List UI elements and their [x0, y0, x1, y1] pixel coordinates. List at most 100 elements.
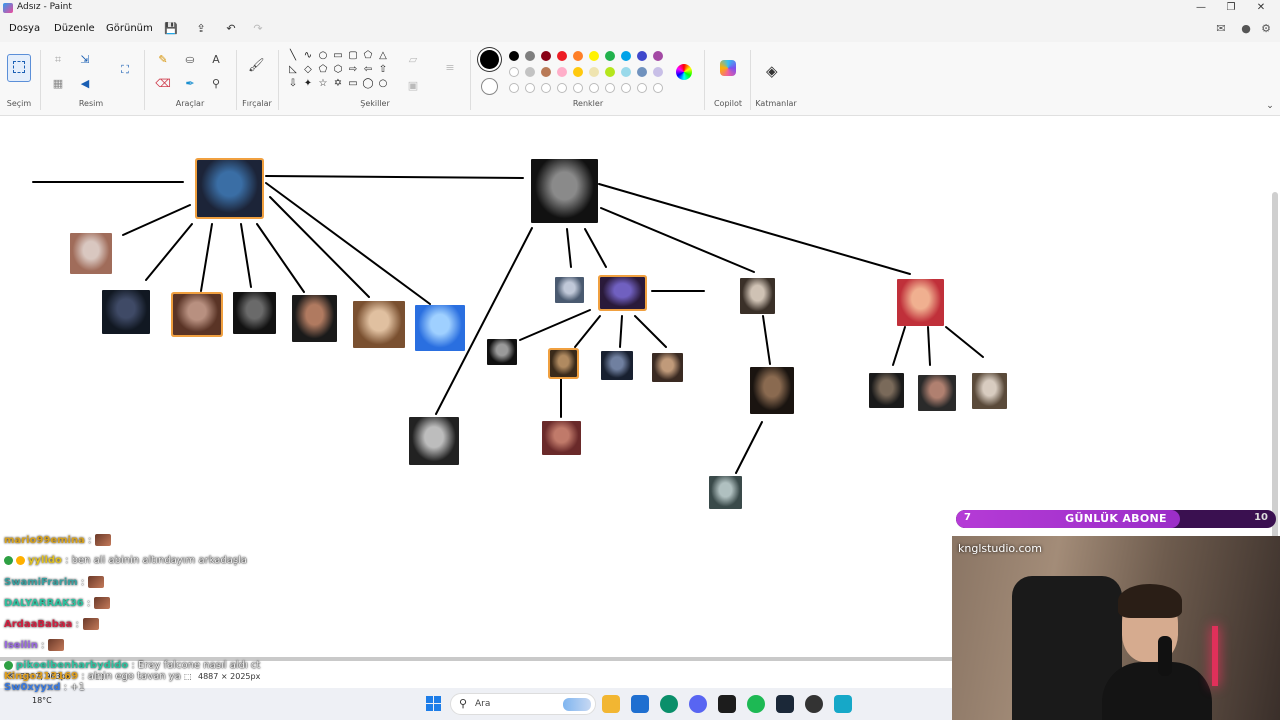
palette-swatch[interactable] [557, 51, 567, 61]
custom-color-slot[interactable] [573, 83, 583, 93]
palette-swatch[interactable] [653, 51, 663, 61]
steam-icon[interactable] [776, 695, 794, 713]
palette-swatch[interactable] [637, 67, 647, 77]
close-button[interactable]: ✕ [1246, 1, 1276, 15]
feedback-icon[interactable]: ✉ [1212, 20, 1230, 38]
fill-bucket-icon[interactable]: ⛀ [182, 52, 198, 68]
palette-swatch[interactable] [589, 67, 599, 77]
pencil-icon[interactable]: ✎ [155, 52, 171, 68]
shape-outline-icon[interactable]: ▱ [405, 52, 421, 68]
layers-icon[interactable]: ◈ [766, 62, 778, 80]
oval-shape-icon[interactable]: ○ [317, 50, 329, 62]
custom-color-slot[interactable] [605, 83, 615, 93]
obs-icon[interactable] [805, 695, 823, 713]
custom-color-slot[interactable] [557, 83, 567, 93]
custom-color-slot[interactable] [509, 83, 519, 93]
palette-swatch[interactable] [509, 51, 519, 61]
rotate-icon[interactable]: ◀ [77, 76, 93, 92]
photo-right-1-child [750, 367, 794, 414]
palette-swatch[interactable] [653, 67, 663, 77]
callout-cloud-shape-icon[interactable]: ○ [377, 78, 389, 90]
palette-swatch[interactable] [541, 51, 551, 61]
primary-color-swatch[interactable] [480, 50, 499, 69]
magnifier-icon[interactable]: ⚲ [208, 76, 224, 92]
palette-swatch[interactable] [637, 51, 647, 61]
palette-swatch[interactable] [589, 51, 599, 61]
secondary-color-swatch[interactable] [481, 78, 498, 95]
account-icon[interactable]: ● [1237, 20, 1255, 38]
spotify-icon[interactable] [747, 695, 765, 713]
custom-color-slot[interactable] [525, 83, 535, 93]
share-icon[interactable]: ⇪ [192, 20, 210, 38]
minimize-button[interactable]: — [1186, 1, 1216, 15]
palette-swatch[interactable] [509, 67, 519, 77]
custom-color-slot[interactable] [589, 83, 599, 93]
rectangle-shape-icon[interactable]: ▭ [332, 50, 344, 62]
edit-colors-icon[interactable] [676, 64, 692, 80]
custom-color-slot[interactable] [621, 83, 631, 93]
hexagon-shape-icon[interactable]: ⬡ [332, 64, 344, 76]
start-button[interactable] [426, 696, 442, 712]
discord-icon[interactable] [689, 695, 707, 713]
eraser-icon[interactable]: ⌫ [155, 76, 171, 92]
text-tool-icon[interactable]: A [208, 52, 224, 68]
palette-swatch[interactable] [557, 67, 567, 77]
right-triangle-shape-icon[interactable]: ◺ [287, 64, 299, 76]
menu-file[interactable]: Dosya [9, 23, 40, 34]
left-arrow-shape-icon[interactable]: ⇦ [362, 64, 374, 76]
chat-username: Sw0xyyxd [4, 682, 61, 693]
color-picker-icon[interactable]: ✒ [182, 76, 198, 92]
crop-icon[interactable]: ⌗ [50, 52, 66, 68]
settings-gear-icon[interactable]: ⚙ [1257, 20, 1275, 38]
copilot-icon[interactable] [720, 60, 736, 76]
save-icon[interactable]: 💾 [162, 20, 180, 38]
line-shape-icon[interactable]: ╲ [287, 50, 299, 62]
palette-swatch[interactable] [621, 51, 631, 61]
remove-background-icon[interactable]: ▦ [50, 76, 66, 92]
up-arrow-shape-icon[interactable]: ⇧ [377, 64, 389, 76]
terminal-icon[interactable] [718, 695, 736, 713]
right-arrow-shape-icon[interactable]: ⇨ [347, 64, 359, 76]
palette-swatch[interactable] [605, 51, 615, 61]
diamond-shape-icon[interactable]: ◇ [302, 64, 314, 76]
taskbar-search[interactable]: ⚲ Ara [450, 693, 596, 715]
menu-edit[interactable]: Düzenle [54, 23, 95, 34]
triangle-shape-icon[interactable]: △ [377, 50, 389, 62]
custom-color-slot[interactable] [653, 83, 663, 93]
brush-icon[interactable]: 🖌 [248, 58, 265, 74]
custom-color-slot[interactable] [541, 83, 551, 93]
image-select-icon[interactable]: ⛶ [117, 62, 133, 78]
palette-swatch[interactable] [621, 67, 631, 77]
five-point-star-shape-icon[interactable]: ☆ [317, 78, 329, 90]
undo-icon[interactable]: ↶ [222, 20, 240, 38]
custom-color-slot[interactable] [637, 83, 647, 93]
palette-swatch[interactable] [541, 67, 551, 77]
palette-swatch[interactable] [605, 67, 615, 77]
connector-line [892, 326, 906, 366]
rounded-rectangle-shape-icon[interactable]: ▢ [347, 50, 359, 62]
paint-taskbar-icon[interactable] [834, 695, 852, 713]
callout-oval-shape-icon[interactable]: ◯ [362, 78, 374, 90]
curve-shape-icon[interactable]: ∿ [302, 50, 314, 62]
palette-swatch[interactable] [525, 51, 535, 61]
palette-swatch[interactable] [525, 67, 535, 77]
maximize-button[interactable]: ❐ [1216, 1, 1246, 15]
shape-size-icon[interactable]: ≡ [442, 60, 458, 76]
four-point-star-shape-icon[interactable]: ✦ [302, 78, 314, 90]
down-arrow-shape-icon[interactable]: ⇩ [287, 78, 299, 90]
chrome-icon[interactable] [660, 695, 678, 713]
polygon-shape-icon[interactable]: ⬠ [362, 50, 374, 62]
palette-swatch[interactable] [573, 51, 583, 61]
menu-view[interactable]: Görünüm [106, 23, 153, 34]
palette-swatch[interactable] [573, 67, 583, 77]
six-point-star-shape-icon[interactable]: ✡ [332, 78, 344, 90]
browser-edge-icon[interactable] [631, 695, 649, 713]
resize-icon[interactable]: ⇲ [77, 52, 93, 68]
callout-rect-shape-icon[interactable]: ▭ [347, 78, 359, 90]
ribbon-collapse-icon[interactable]: ⌄ [1262, 98, 1278, 114]
file-explorer-icon[interactable] [602, 695, 620, 713]
redo-icon[interactable]: ↷ [249, 20, 267, 38]
pentagon-shape-icon[interactable]: ⬠ [317, 64, 329, 76]
selection-tool-button[interactable] [7, 54, 31, 82]
shape-fill-icon[interactable]: ▣ [405, 78, 421, 94]
